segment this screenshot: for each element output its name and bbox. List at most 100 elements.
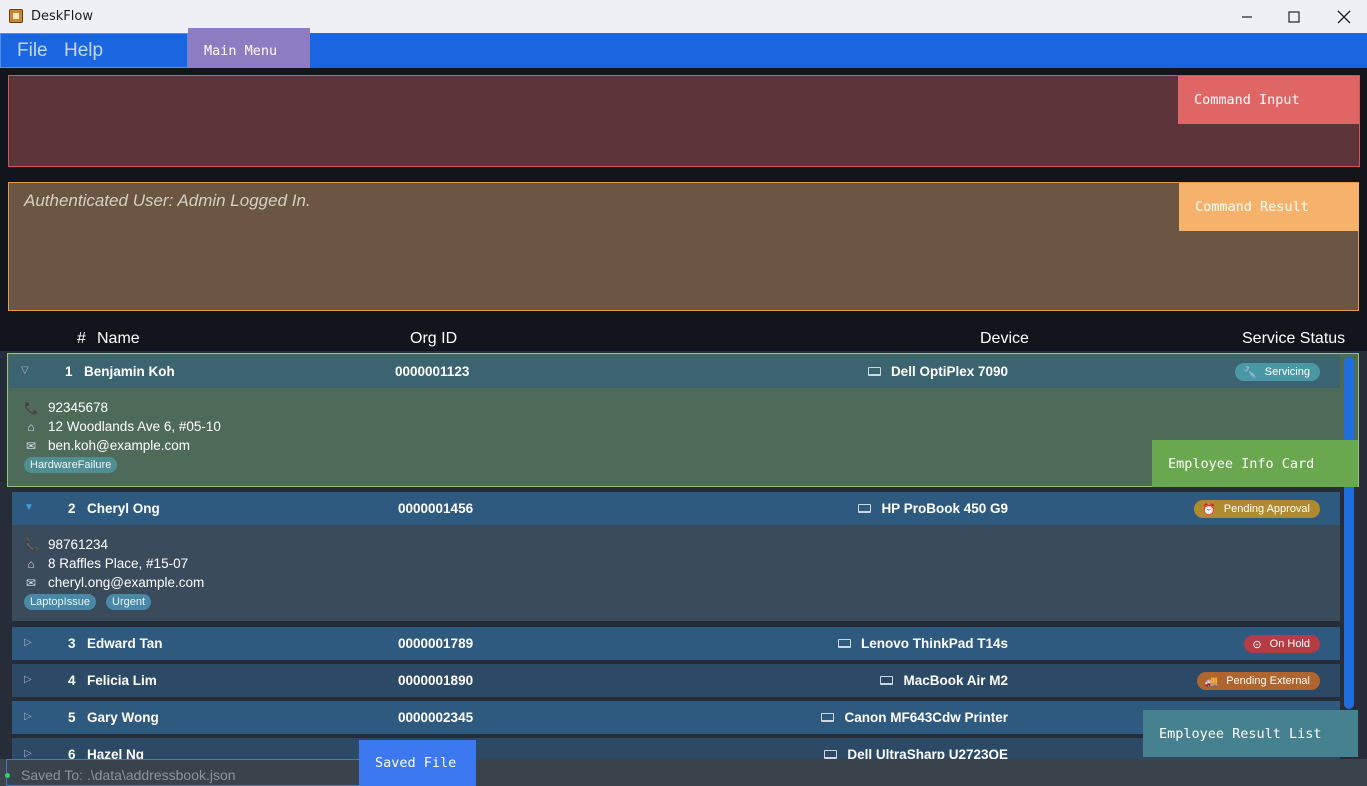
command-result-label: Command Result <box>1179 183 1359 231</box>
employee-row[interactable]: ▷ 4 Felicia Lim 0000001890 MacBook Air M… <box>12 664 1340 697</box>
close-icon <box>1337 10 1351 23</box>
employee-index: 4 <box>68 673 76 688</box>
mail-icon: ✉ <box>25 438 37 453</box>
employee-device: Dell UltraSharp U2723QE <box>824 747 1008 759</box>
status-text: On Hold <box>1269 638 1310 650</box>
employee-row[interactable]: ▷ 6 Hazel Ng Dell UltraSharp U2723QE <box>12 738 1340 759</box>
status-text: Servicing <box>1264 366 1310 378</box>
device-name: Dell UltraSharp U2723QE <box>847 747 1008 759</box>
status-badge: 🚚 Pending External <box>1196 672 1320 690</box>
app-icon <box>9 9 23 23</box>
employee-name: Cheryl Ong <box>87 501 160 516</box>
home-icon: ⌂ <box>27 556 35 571</box>
employee-row[interactable]: ▷ 3 Edward Tan 0000001789 Lenovo ThinkPa… <box>12 627 1340 660</box>
saved-file-path: Saved To: .\data\addressbook.json <box>21 767 236 783</box>
employee-email: cheryl.ong@example.com <box>48 575 205 590</box>
status-dot-icon <box>5 773 10 778</box>
employee-list: ▽ 1 Benjamin Koh 0000001123 Dell OptiPle… <box>0 351 1367 759</box>
status-text: Pending Approval <box>1223 503 1310 515</box>
chevron-right-icon[interactable]: ▷ <box>24 711 32 722</box>
maximize-button[interactable] <box>1271 0 1317 33</box>
employee-index: 1 <box>65 364 73 379</box>
phone-icon: 📞 <box>24 400 39 415</box>
employee-device: MacBook Air M2 <box>880 673 1008 688</box>
employee-device: Canon MF643Cdw Printer <box>821 710 1008 725</box>
command-input-label: Command Input <box>1178 76 1359 124</box>
laptop-icon <box>880 676 894 685</box>
employee-device: Lenovo ThinkPad T14s <box>837 636 1008 651</box>
employee-row[interactable]: ▼ 2 Cheryl Ong 0000001456 HP ProBook 450… <box>12 492 1340 525</box>
employee-address: 8 Raffles Place, #15-07 <box>48 556 189 571</box>
truck-icon: 🚚 <box>1204 675 1219 688</box>
header-index: # <box>77 330 86 347</box>
device-name: Dell OptiPlex 7090 <box>890 364 1008 379</box>
status-badge: 🔧 Servicing <box>1235 363 1320 381</box>
employee-phone: 98761234 <box>48 537 109 552</box>
device-name: MacBook Air M2 <box>903 673 1008 688</box>
chevron-right-icon[interactable]: ▷ <box>24 748 32 759</box>
pause-icon: ⊙ <box>1252 638 1262 651</box>
saved-file-label: Saved File <box>359 740 476 786</box>
tag: Urgent <box>106 594 152 610</box>
window-title: DeskFlow <box>31 9 93 24</box>
device-name: Lenovo ThinkPad T14s <box>860 636 1008 651</box>
employee-index: 2 <box>68 501 76 516</box>
chevron-right-icon[interactable]: ▷ <box>24 637 32 648</box>
employee-index: 3 <box>68 636 76 651</box>
phone-icon: 📞 <box>24 537 39 552</box>
employee-name: Edward Tan <box>87 636 163 651</box>
employee-org-id: 0000002345 <box>398 710 474 725</box>
status-badge: ⏰ Pending Approval <box>1194 500 1320 518</box>
home-icon: ⌂ <box>27 419 35 434</box>
employee-phone: 92345678 <box>48 400 109 415</box>
employee-org-id: 0000001890 <box>398 673 474 688</box>
status-badge: ⊙ On Hold <box>1244 635 1320 653</box>
employee-index: 6 <box>68 747 76 759</box>
employee-name: Gary Wong <box>87 710 159 725</box>
command-result-text: Authenticated User: Admin Logged In. <box>24 191 311 210</box>
separator <box>0 68 1367 74</box>
employee-detail: 📞 98761234 ⌂ 8 Raffles Place, #15-07 ✉ cher… <box>12 525 1340 621</box>
chevron-right-icon[interactable]: ▷ <box>24 674 32 685</box>
clock-icon: ⏰ <box>1202 503 1216 516</box>
employee-row[interactable]: ▽ 1 Benjamin Koh 0000001123 Dell OptiPle… <box>9 355 1340 388</box>
header-service-status: Service Status <box>1242 330 1346 347</box>
employee-name: Benjamin Koh <box>84 364 175 379</box>
command-input[interactable] <box>8 75 1360 167</box>
laptop-icon <box>858 504 872 513</box>
employee-org-id: 0000001123 <box>395 364 470 379</box>
menu-help[interactable]: Help <box>64 40 103 62</box>
employee-org-id: 0000001789 <box>398 636 474 651</box>
header-org-id: Org ID <box>410 330 458 347</box>
minimize-icon <box>1242 15 1252 18</box>
chevron-down-icon[interactable]: ▼ <box>24 502 34 513</box>
command-result-box: Authenticated User: Admin Logged In. <box>8 182 1359 311</box>
employee-device: Dell OptiPlex 7090 <box>867 364 1008 379</box>
employee-email: ben.koh@example.com <box>48 438 191 453</box>
status-bar: Saved To: .\data\addressbook.json <box>0 759 1367 786</box>
close-button[interactable] <box>1321 0 1367 33</box>
employee-info-card-label: Employee Info Card <box>1152 440 1358 487</box>
wrench-icon: 🔧 <box>1243 366 1257 379</box>
employee-device: HP ProBook 450 G9 <box>858 501 1008 516</box>
header-name: Name <box>97 330 140 347</box>
device-name: Canon MF643Cdw Printer <box>844 710 1008 725</box>
chevron-down-icon[interactable]: ▽ <box>21 365 29 376</box>
employee-row[interactable]: ▷ 5 Gary Wong 0000002345 Canon MF643Cdw … <box>12 701 1340 734</box>
tag: LaptopIssue <box>24 594 96 610</box>
employee-address: 12 Woodlands Ave 6, #05-10 <box>48 419 221 434</box>
header-device: Device <box>980 330 1029 347</box>
employee-result-list-label: Employee Result List <box>1143 710 1358 757</box>
list-scrollbar[interactable] <box>1344 357 1354 709</box>
menu-file[interactable]: File <box>17 40 48 62</box>
maximize-icon <box>1288 10 1300 23</box>
employee-index: 5 <box>68 710 76 725</box>
status-text: Pending External <box>1226 675 1310 687</box>
employee-org-id: 0000001456 <box>398 501 474 516</box>
device-name: HP ProBook 450 G9 <box>881 501 1008 516</box>
tag: HardwareFailure <box>24 457 118 473</box>
mail-icon: ✉ <box>25 575 37 590</box>
laptop-icon <box>837 639 851 648</box>
minimize-button[interactable] <box>1224 0 1270 33</box>
laptop-icon <box>824 750 838 759</box>
